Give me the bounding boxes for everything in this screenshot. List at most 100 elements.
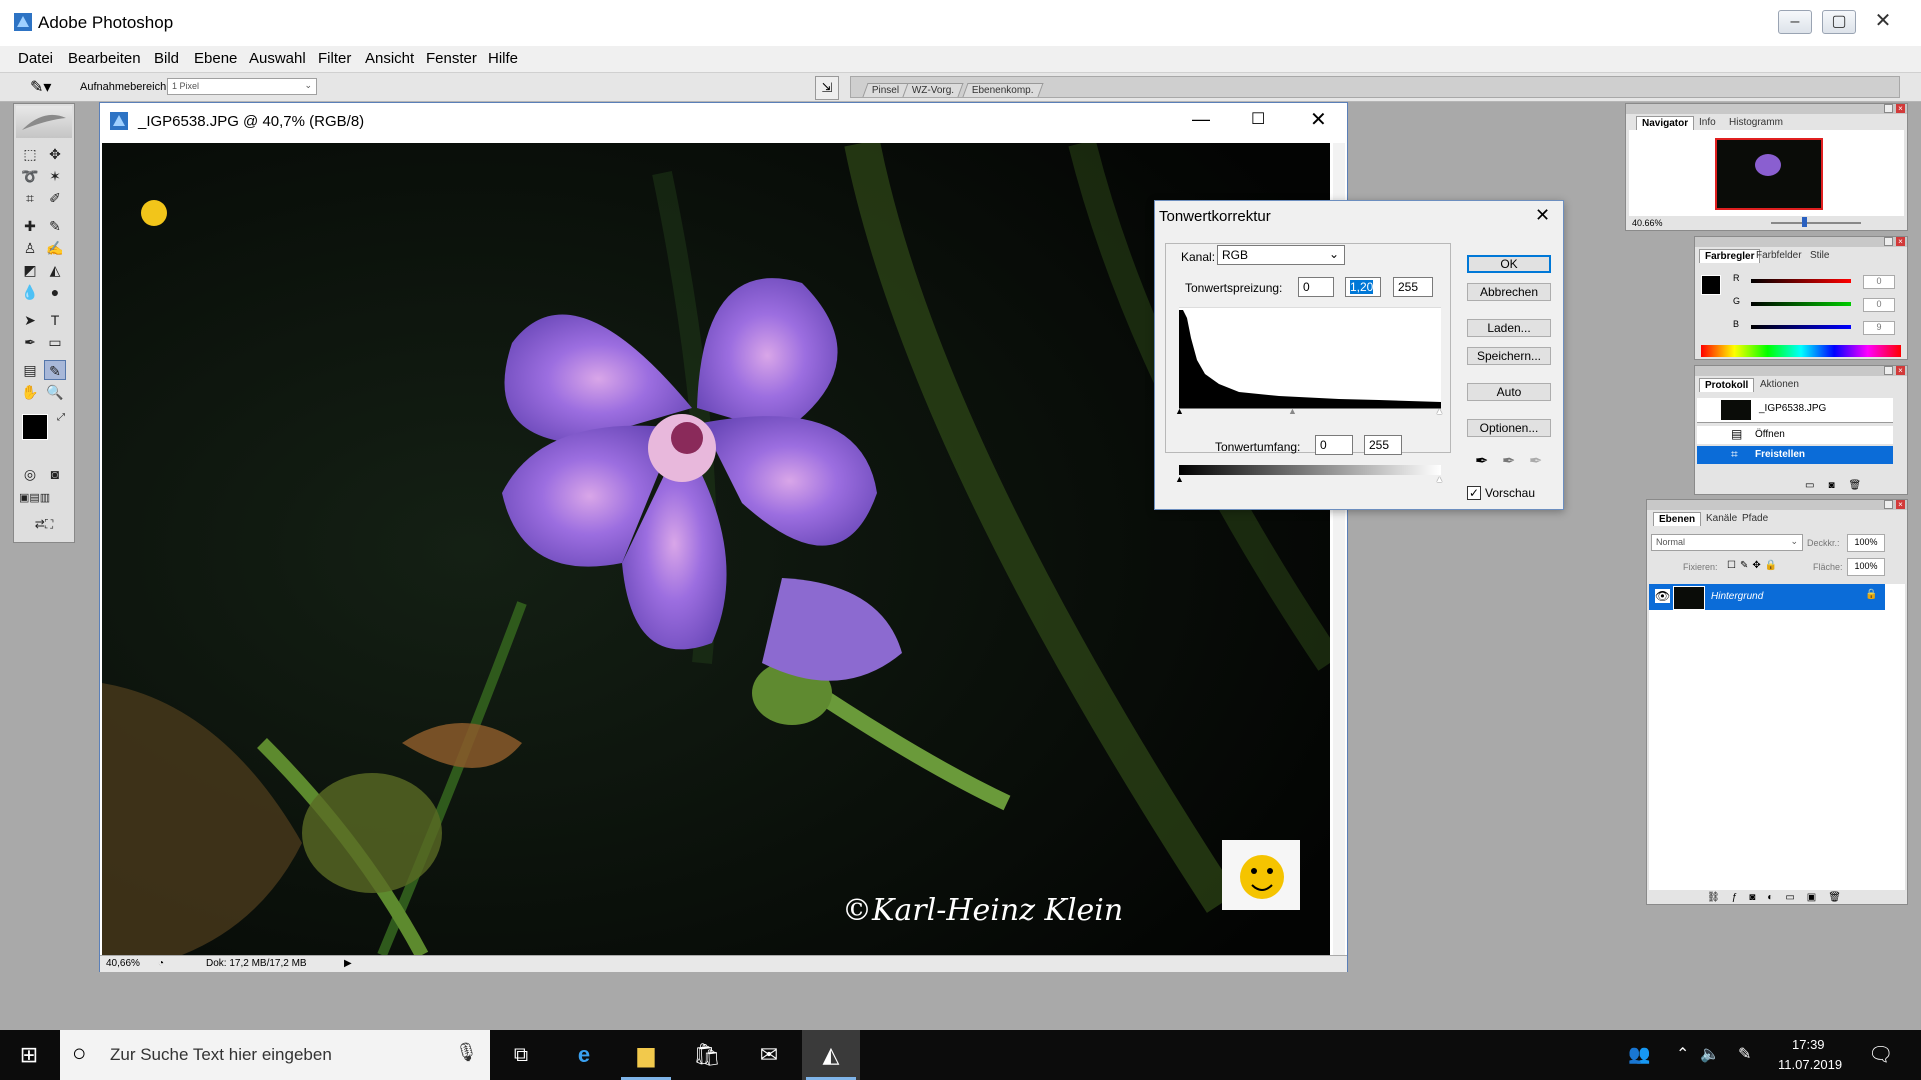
type-tool-icon[interactable]: T [44,310,66,330]
output-black-field[interactable]: 0 [1315,435,1353,455]
notes-tool-icon[interactable]: ▤ [19,360,41,380]
slice-tool-icon[interactable]: ✐ [44,188,66,208]
image-canvas[interactable]: ©Karl-Heinz Klein [102,143,1330,955]
panel-minimize-button[interactable] [1884,237,1893,246]
panel-minimize-button[interactable] [1884,104,1893,113]
input-black-field[interactable]: 0 [1298,277,1334,297]
paint-bucket-tool-icon[interactable]: ◭ [44,260,66,280]
history-footer-icons[interactable]: ▭◙🗑 [1805,480,1875,491]
quick-mask-mode-icon[interactable]: ◙ [44,464,66,484]
clone-stamp-tool-icon[interactable]: ♙ [19,238,41,258]
status-menu-arrow-icon[interactable]: ▶ [344,958,352,969]
magic-wand-tool-icon[interactable]: ✶ [44,166,66,186]
blue-slider[interactable] [1751,325,1851,329]
pen-tool-icon[interactable]: ✒ [19,332,41,352]
layer-row-background[interactable]: 👁 Hintergrund 🔒 [1649,584,1885,610]
load-button[interactable]: Laden... [1467,319,1551,337]
history-brush-tool-icon[interactable]: ✍ [44,238,66,258]
zoom-level[interactable]: 40,66% [106,958,140,969]
eyedropper-tool-icon[interactable]: ✎ [44,360,66,380]
history-snapshot-row[interactable]: _IGP6538.JPG [1697,398,1893,423]
tab-swatches[interactable]: Farbfelder [1751,249,1807,262]
tab-histogram[interactable]: Histogramm [1724,116,1788,129]
palette-well-icon[interactable]: ⇲ [815,76,839,100]
hand-tool-icon[interactable]: ✋ [19,382,41,402]
panel-close-button[interactable]: × [1896,104,1905,113]
crop-tool-icon[interactable]: ⌗ [19,188,41,208]
blue-value[interactable]: 9 [1863,321,1895,335]
dock-tab-layer-comps[interactable]: Ebenenkomp. [962,83,1044,97]
brush-tool-icon[interactable]: ✎ [44,216,66,236]
dialog-close-button[interactable]: ✕ [1535,205,1550,226]
panel-minimize-button[interactable] [1884,366,1893,375]
gray-eyedropper-icon[interactable]: ✒ [1502,451,1515,471]
ok-button[interactable]: OK [1467,255,1551,273]
panel-close-button[interactable]: × [1896,237,1905,246]
black-eyedropper-icon[interactable]: ✒ [1475,451,1488,471]
auto-button[interactable]: Auto [1467,383,1551,401]
windows-start-icon[interactable]: ⊞ [0,1030,58,1080]
screen-mode-icon[interactable]: ▣▤▥ [19,488,50,508]
document-close-button[interactable]: ✕ [1310,107,1327,132]
tab-history[interactable]: Protokoll [1699,378,1755,392]
white-eyedropper-icon[interactable]: ✒ [1529,451,1542,471]
zoom-tool-icon[interactable]: 🔍 [44,382,66,402]
input-black-slider-icon[interactable]: ▲ [1175,406,1184,416]
color-spectrum-bar[interactable] [1701,345,1901,357]
menu-ansicht[interactable]: Ansicht [365,50,414,67]
fill-input[interactable]: 100% [1847,558,1885,576]
tab-navigator[interactable]: Navigator [1636,116,1695,130]
history-item-crop[interactable]: ⌗ Freistellen [1697,446,1893,464]
red-slider[interactable] [1751,279,1851,283]
tab-layers[interactable]: Ebenen [1653,512,1702,526]
green-value[interactable]: 0 [1863,298,1895,312]
foreground-color-swatch[interactable] [22,414,48,440]
menu-auswahl[interactable]: Auswahl [249,50,306,67]
tab-info[interactable]: Info [1694,116,1721,129]
cancel-button[interactable]: Abbrechen [1467,283,1551,301]
input-white-slider-icon[interactable]: ▲ [1435,406,1444,416]
panel-close-button[interactable]: × [1896,366,1905,375]
menu-filter[interactable]: Filter [318,50,351,67]
status-icon[interactable]: ◔ [158,958,164,969]
output-white-slider-icon[interactable]: ▲ [1435,474,1444,484]
preview-checkbox[interactable]: ✓ [1467,486,1481,500]
jump-to-imageready-icon[interactable]: ⇄⛶ [19,514,69,534]
dodge-tool-icon[interactable]: ● [44,282,66,302]
menu-fenster[interactable]: Fenster [426,50,477,67]
blur-tool-icon[interactable]: 💧 [19,282,41,302]
menu-bearbeiten[interactable]: Bearbeiten [68,50,141,67]
edge-browser-icon[interactable]: e [555,1030,613,1080]
document-maximize-button[interactable]: ☐ [1251,109,1265,129]
input-white-field[interactable]: 255 [1393,277,1433,297]
red-value[interactable]: 0 [1863,275,1895,289]
move-tool-icon[interactable]: ✥ [44,144,66,164]
history-item-open[interactable]: ▤ Öffnen [1697,426,1893,444]
menu-hilfe[interactable]: Hilfe [488,50,518,67]
minimize-button[interactable]: – [1778,10,1812,34]
path-selection-tool-icon[interactable]: ➤ [19,310,41,330]
eraser-tool-icon[interactable]: ◩ [19,260,41,280]
standard-mode-icon[interactable]: ◎ [19,464,41,484]
navigator-view-box[interactable] [1715,138,1823,210]
panel-close-button[interactable]: × [1896,500,1905,509]
clock-time[interactable]: 17:39 [1792,1037,1825,1052]
panel-minimize-button[interactable] [1884,500,1893,509]
menu-bild[interactable]: Bild [154,50,179,67]
color-foreground-swatch[interactable] [1701,275,1721,295]
tab-paths[interactable]: Pfade [1737,512,1773,525]
swap-colors-icon[interactable]: ⤢ [50,408,72,428]
store-icon[interactable]: 🛍 [678,1030,736,1080]
tab-actions[interactable]: Aktionen [1755,378,1804,391]
document-minimize-button[interactable]: — [1192,109,1210,130]
maximize-button[interactable]: ▢ [1822,10,1856,34]
pen-icon[interactable]: ✎ [1738,1044,1751,1064]
eyedropper-tool-icon[interactable]: ✎▾ [30,77,51,97]
show-hidden-icons-icon[interactable]: ⌃ [1676,1044,1689,1064]
mail-icon[interactable]: ✉ [740,1030,798,1080]
save-button[interactable]: Speichern... [1467,347,1551,365]
layers-footer-icons[interactable]: ⛓ƒ◙◐▭▣🗑 [1707,892,1853,903]
blend-mode-select[interactable]: Normal ⌄ [1651,534,1803,551]
notifications-icon[interactable]: 🗨 [1868,1042,1893,1067]
output-black-slider-icon[interactable]: ▲ [1175,474,1184,484]
